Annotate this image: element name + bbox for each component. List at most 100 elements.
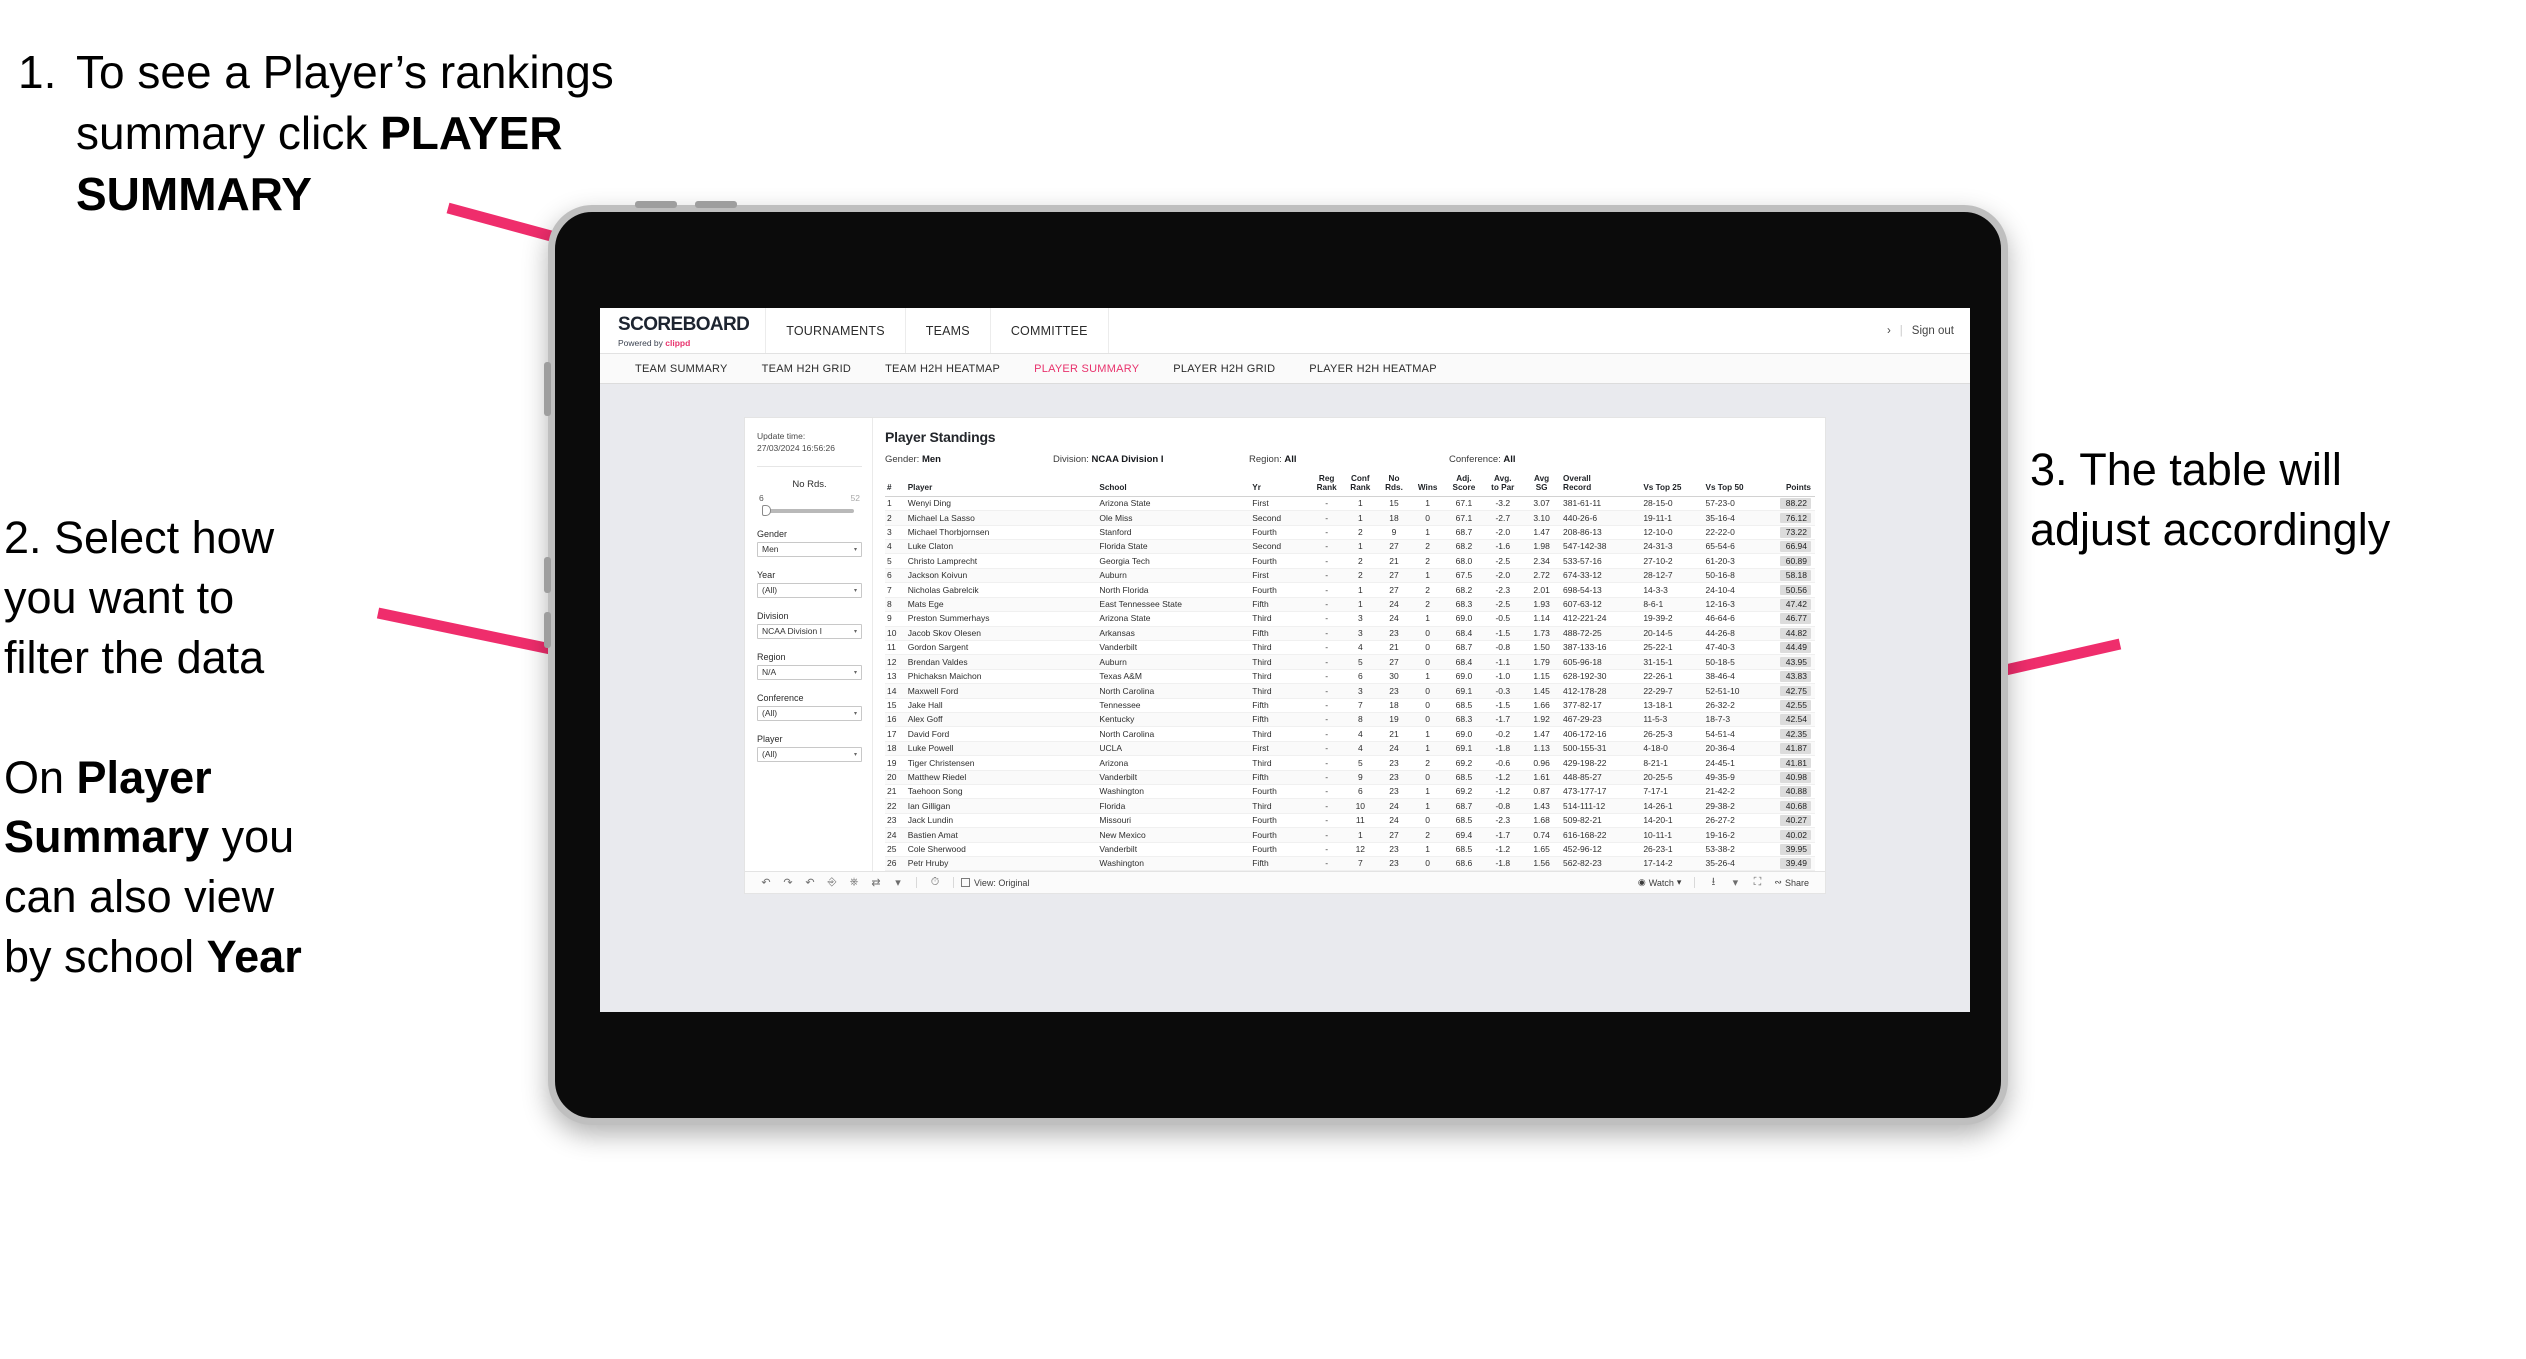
swap-icon[interactable]: ⇄ (865, 876, 887, 889)
col-school[interactable]: School (1097, 474, 1251, 497)
filter-region-select[interactable]: N/A ▾ (757, 664, 862, 680)
cell-points: 42.54 (1765, 712, 1815, 728)
share-button[interactable]: ∾ Share (1768, 877, 1815, 888)
redo-icon[interactable]: ↷ (777, 876, 799, 889)
slider-handle[interactable] (762, 505, 771, 517)
cell-avg-to-par: -1.0 (1483, 669, 1523, 685)
table-row[interactable]: 17 David Ford North Carolina Third -4 21 1 69.0… (885, 726, 1815, 742)
points-value: 42.75 (1779, 685, 1811, 697)
table-row[interactable]: 11 Gordon Sargent Vanderbilt Third -4 21 0 68.7… (885, 640, 1815, 656)
table-meta-row: Gender: Men Division: NCAA Division I Re… (885, 454, 1815, 474)
table-row[interactable]: 24 Bastien Amat New Mexico Fourth -1 27 2 69.4-… (885, 827, 1815, 843)
subnav-item-player-h2h-grid[interactable]: PLAYER H2H GRID (1156, 363, 1292, 375)
nav-item-committee[interactable]: COMMITTEE (991, 308, 1109, 353)
subnav-item-team-summary[interactable]: TEAM SUMMARY (618, 363, 745, 375)
fullscreen-icon[interactable]: ⛶ (1746, 876, 1768, 889)
cell-player: Michael Thorbjornsen (905, 525, 1098, 541)
table-row[interactable]: 16 Alex Goff Kentucky Fifth -8 19 0 68.3 -1.7 1.9… (885, 712, 1815, 728)
points-value: 42.35 (1779, 728, 1811, 740)
table-row[interactable]: 14 Maxwell Ford North Carolina Third -3 23 0 69… (885, 683, 1815, 699)
download-icon[interactable]: ⭳ (1702, 873, 1724, 892)
table-head: # Player School Yr Reg Rank Conf Rank No Rd… (885, 474, 1815, 497)
table-row[interactable]: 23 Jack Lundin Missouri Fourth -11 24 0 68.5 -2.… (885, 813, 1815, 829)
col-adj-score[interactable]: Adj. Score (1444, 474, 1484, 497)
clock-icon[interactable]: ⏱ (924, 876, 946, 889)
download-caret-icon[interactable]: ▾ (1724, 876, 1746, 889)
watch-button[interactable]: ◉ Watch ▾ (1632, 877, 1688, 888)
sign-out-link[interactable]: Sign out (1912, 325, 1954, 337)
table-row[interactable]: 18 Luke Powell UCLA First -4 24 1 69.1 -1.8 1.13 5… (885, 741, 1815, 757)
table-row[interactable]: 19 Tiger Christensen Arizona Third -5 23 2 69.2… (885, 755, 1815, 771)
table-row[interactable]: 25 Cole Sherwood Vanderbilt Fourth -12 23 1 68.… (885, 842, 1815, 858)
dashboard-card: Update time: 27/03/2024 16:56:26 No Rds.… (745, 418, 1825, 894)
meta-region: Region: All (1249, 454, 1449, 465)
cell-no-rds: 27 (1377, 539, 1411, 555)
header-divider: | (1899, 324, 1903, 337)
cell-reg-rank: - (1309, 813, 1344, 829)
col-no-rds[interactable]: No Rds. (1377, 474, 1411, 497)
col-avg-sg[interactable]: Avg SG (1522, 474, 1562, 497)
table-row[interactable]: 26 Petr Hruby Washington Fifth -7 23 0 68.6 -1.8… (885, 856, 1815, 872)
col-avg-to-par[interactable]: Avg. to Par (1483, 474, 1523, 497)
subnav-item-player-summary[interactable]: PLAYER SUMMARY (1017, 363, 1156, 375)
slider-track[interactable] (762, 505, 854, 517)
subnav-item-player-h2h-heatmap[interactable]: PLAYER H2H HEATMAP (1292, 363, 1454, 375)
nav-item-teams[interactable]: TEAMS (906, 308, 991, 353)
dropdown-caret-icon[interactable]: ▾ (887, 876, 909, 889)
view-original-button[interactable]: View: Original (961, 878, 1029, 888)
chevron-right-icon[interactable]: › (1887, 325, 1891, 337)
table-row[interactable]: 4 Luke Claton Florida State Second -1 27 2 68.2… (885, 539, 1815, 555)
table-row[interactable]: 15 Jake Hall Tennessee Fifth -7 18 0 68.5 -1.5 1.… (885, 698, 1815, 713)
cell-yr: Third (1250, 683, 1310, 699)
cell-no-rds: 30 (1377, 669, 1411, 685)
subnav-item-team-h2h-grid[interactable]: TEAM H2H GRID (745, 363, 868, 375)
cell-conf-rank: 7 (1343, 856, 1378, 872)
col-rank-l1: # (887, 483, 892, 493)
table-row[interactable]: 2 Michael La Sasso Ole Miss Second -1 18 0 67.1… (885, 510, 1815, 526)
col-points[interactable]: Points (1765, 474, 1815, 497)
table-row[interactable]: 20 Matthew Riedel Vanderbilt Fifth -9 23 0 68.5… (885, 770, 1815, 785)
cell-avg-sg: 1.50 (1522, 640, 1562, 656)
filter-conference-select[interactable]: (All) ▾ (757, 705, 862, 721)
table-row[interactable]: 7 Nicholas Gabrelcik North Florida Fourth -1… (885, 582, 1815, 598)
filter-division-select[interactable]: NCAA Division I ▾ (757, 623, 862, 639)
col-yr[interactable]: Yr (1250, 474, 1310, 497)
filter-player-select[interactable]: (All) ▾ (757, 746, 862, 762)
filter-no-rounds-slider[interactable]: No Rds. 6 52 (757, 479, 862, 517)
col-vs-top-25[interactable]: Vs Top 25 (1641, 474, 1704, 497)
col-wins[interactable]: Wins (1410, 474, 1445, 497)
table-row[interactable]: 12 Brendan Valdes Auburn Third -5 27 0 68.4 -1.1… (885, 654, 1815, 670)
undo-icon[interactable]: ↶ (755, 876, 777, 889)
table-row[interactable]: 6 Jackson Koivun Auburn First -2 27 1 67.5 -2.0 2… (885, 568, 1815, 584)
table-row[interactable]: 1 Wenyi Ding Arizona State First -1 15 1 67.1 -3… (885, 496, 1815, 512)
col-overall-record[interactable]: Overall Record (1561, 474, 1642, 497)
refresh-data-icon[interactable]: ⎆ (821, 876, 843, 889)
table-row[interactable]: 22 Ian Gilligan Florida Third -10 24 1 68.7 -0.8… (885, 798, 1815, 814)
table-row[interactable]: 9 Preston Summerhays Arizona State Third -3 2… (885, 611, 1815, 627)
table-row[interactable]: 10 Jacob Skov Olesen Arkansas Fifth -3 23 0 68.… (885, 626, 1815, 641)
revert-icon[interactable]: ↶ (799, 876, 821, 889)
col-player[interactable]: Player (905, 474, 1098, 497)
filter-gender-select[interactable]: Men ▾ (757, 541, 862, 557)
brand-logo[interactable]: SCOREBOARD Powered by clippd (600, 308, 767, 353)
toolbar-divider-1 (916, 877, 917, 889)
cell-no-rds: 23 (1377, 683, 1411, 699)
col-conf-rank[interactable]: Conf Rank (1343, 474, 1378, 497)
col-vs-top-50[interactable]: Vs Top 50 (1703, 474, 1766, 497)
col-adj-score-l2: Score (1452, 483, 1476, 493)
table-row[interactable]: 5 Christo Lamprecht Georgia Tech Fourth -2 21… (885, 553, 1815, 569)
cell-points: 40.27 (1765, 813, 1815, 829)
cell-points: 47.42 (1765, 597, 1815, 613)
table-row[interactable]: 3 Michael Thorbjornsen Stanford Fourth -2 9 1 6… (885, 525, 1815, 541)
pause-auto-update-icon[interactable]: ⎈ (843, 876, 865, 889)
table-row[interactable]: 8 Mats Ege East Tennessee State Fifth -1 24 2 6… (885, 597, 1815, 613)
table-row[interactable]: 21 Taehoon Song Washington Fourth -6 23 1 69.2-… (885, 784, 1815, 800)
cell-avg-sg: 1.73 (1522, 626, 1562, 641)
nav-item-tournaments[interactable]: TOURNAMENTS (766, 308, 906, 353)
col-reg-rank[interactable]: Reg Rank (1309, 474, 1344, 497)
col-rank[interactable]: # (885, 474, 906, 497)
cell-vs-top-50: 57-23-0 (1703, 496, 1766, 512)
table-row[interactable]: 13 Phichaksn Maichon Texas A&M Third -6 30 1 69… (885, 669, 1815, 685)
filter-year-select[interactable]: (All) ▾ (757, 582, 862, 598)
subnav-item-team-h2h-heatmap[interactable]: TEAM H2H HEATMAP (868, 363, 1017, 375)
